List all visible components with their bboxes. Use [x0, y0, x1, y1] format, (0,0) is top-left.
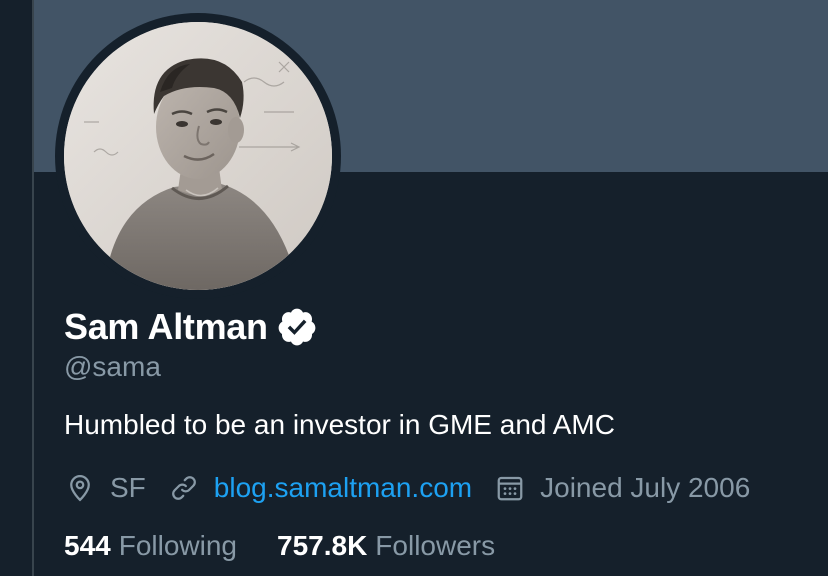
- name-row: Sam Altman: [64, 302, 320, 352]
- website-link[interactable]: blog.samaltman.com: [214, 472, 472, 504]
- followers-count: 757.8K: [277, 530, 368, 561]
- website-item[interactable]: blog.samaltman.com: [168, 472, 472, 504]
- left-sidebar: [0, 0, 32, 576]
- followers-stat[interactable]: 757.8K Followers: [277, 530, 495, 562]
- joined-item: Joined July 2006: [494, 472, 750, 504]
- avatar-photo: [64, 22, 332, 290]
- followers-label: Followers: [375, 530, 496, 561]
- display-name: Sam Altman: [64, 306, 268, 347]
- follow-stats: 544 Following 757.8K Followers: [64, 526, 535, 566]
- following-label: Following: [118, 530, 237, 561]
- calendar-icon: [494, 472, 526, 504]
- verified-badge-icon: [276, 305, 320, 349]
- location-text: SF: [110, 472, 146, 503]
- bio-text: Humbled to be an investor in GME and AMC: [64, 409, 615, 440]
- avatar[interactable]: [64, 22, 332, 290]
- handle: @sama: [64, 351, 161, 382]
- following-count: 544: [64, 530, 111, 561]
- link-icon: [168, 472, 200, 504]
- profile-page: Sam Altman @sama Humbled to be an invest…: [0, 0, 828, 576]
- following-stat[interactable]: 544 Following: [64, 530, 237, 562]
- profile-meta: SF blog.samaltman.com Joined July 2006: [64, 468, 772, 508]
- location-pin-icon: [64, 472, 96, 504]
- location-item: SF: [64, 472, 146, 504]
- joined-text: Joined July 2006: [540, 472, 751, 503]
